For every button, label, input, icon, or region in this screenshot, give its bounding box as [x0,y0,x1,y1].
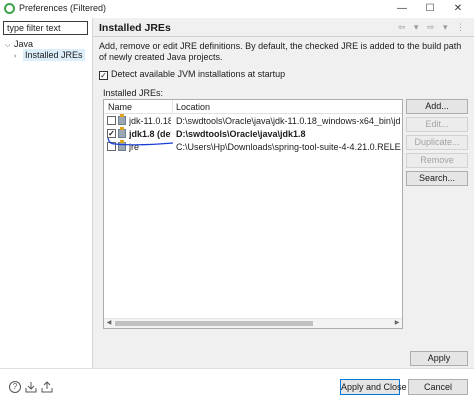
installed-jres-label: Installed JREs: [103,88,164,98]
jre-name: jdk1.8 (def... [129,129,171,139]
add-button[interactable]: Add... [406,99,468,114]
tree-item-installed-jres[interactable]: › Installed JREs [14,49,89,63]
preferences-sidebar: type filter text ⌵ Java › Installed JREs [0,18,92,368]
row-checkbox[interactable]: ✓ [107,129,116,138]
chevron-down-icon[interactable]: ⌵ [5,42,14,50]
detect-jvm-label: Detect available JVM installations at st… [111,69,286,79]
table-header: Name Location [104,100,402,114]
table-row[interactable]: ✓ jdk1.8 (def... D:\swdtools\Oracle\java… [104,127,402,140]
scroll-left-icon[interactable]: ◀ [104,319,114,328]
edit-button[interactable]: Edit... [406,117,468,132]
jre-location: D:\swdtools\Oracle\java\jdk1.8 [176,129,306,139]
cancel-button[interactable]: Cancel [408,379,468,395]
duplicate-button[interactable]: Duplicate... [406,135,468,150]
preference-page: Installed JREs ⇦ ▾ ⇨ ▾ ⋮ Add, remove or … [93,18,474,368]
detect-jvm-checkbox[interactable]: ✓ Detect available JVM installations at s… [99,69,285,80]
import-icon[interactable] [25,381,37,393]
jre-location: D:\swdtools\Oracle\java\jdk-11.0.18_wind… [176,116,401,126]
page-description: Add, remove or edit JRE definitions. By … [99,41,462,62]
export-icon[interactable] [41,381,53,393]
java-library-icon [118,140,126,151]
page-title: Installed JREs [99,22,171,34]
column-header-name[interactable]: Name [108,102,132,112]
column-header-location[interactable]: Location [176,102,210,112]
maximize-button[interactable]: ☐ [416,1,444,16]
close-button[interactable]: ✕ [444,1,472,16]
title-separator [93,36,474,37]
apply-button[interactable]: Apply [410,351,468,366]
column-divider[interactable] [172,100,173,114]
help-icon[interactable]: ? [9,381,21,393]
jre-name: jre [129,142,140,152]
remove-button[interactable]: Remove [406,153,468,168]
row-checkbox[interactable] [107,116,116,125]
search-button[interactable]: Search... [406,171,468,186]
chevron-right-icon: › [14,53,17,60]
tree-item-installed-jres-label: Installed JREs [23,49,85,61]
scroll-right-icon[interactable]: ▶ [392,319,402,328]
scrollbar-thumb[interactable] [115,321,313,326]
java-library-icon [118,127,126,138]
import-icon-glyph [25,382,37,393]
tree-item-java-label: Java [14,39,34,49]
title-bar: Preferences (Filtered) — ☐ ✕ [0,0,474,17]
export-icon-glyph [41,381,53,393]
java-library-icon [118,114,126,125]
row-checkbox[interactable] [107,142,116,151]
minimize-button[interactable]: — [388,1,416,16]
filter-input[interactable]: type filter text [3,21,88,35]
dialog-footer: ? Apply and Close Cancel [0,368,474,403]
checkbox-checked-icon[interactable]: ✓ [99,71,108,80]
window-title: Preferences (Filtered) [19,3,107,13]
table-row[interactable]: jre C:\Users\Hp\Downloads\spring-tool-su… [104,140,402,153]
eclipse-app-icon [4,3,15,14]
jre-location: C:\Users\Hp\Downloads\spring-tool-suite-… [176,142,401,152]
horizontal-scrollbar[interactable]: ◀ ▶ [104,318,402,328]
navigation-arrows-icon[interactable]: ⇦ ▾ ⇨ ▾ ⋮ [398,22,468,33]
table-row[interactable]: jdk-11.0.18 D:\swdtools\Oracle\java\jdk-… [104,114,402,127]
jre-name: jdk-11.0.18 [129,116,171,126]
jre-table: Name Location jdk-11.0.18 D:\swdtools\Or… [103,99,403,329]
apply-and-close-button[interactable]: Apply and Close [340,379,407,395]
